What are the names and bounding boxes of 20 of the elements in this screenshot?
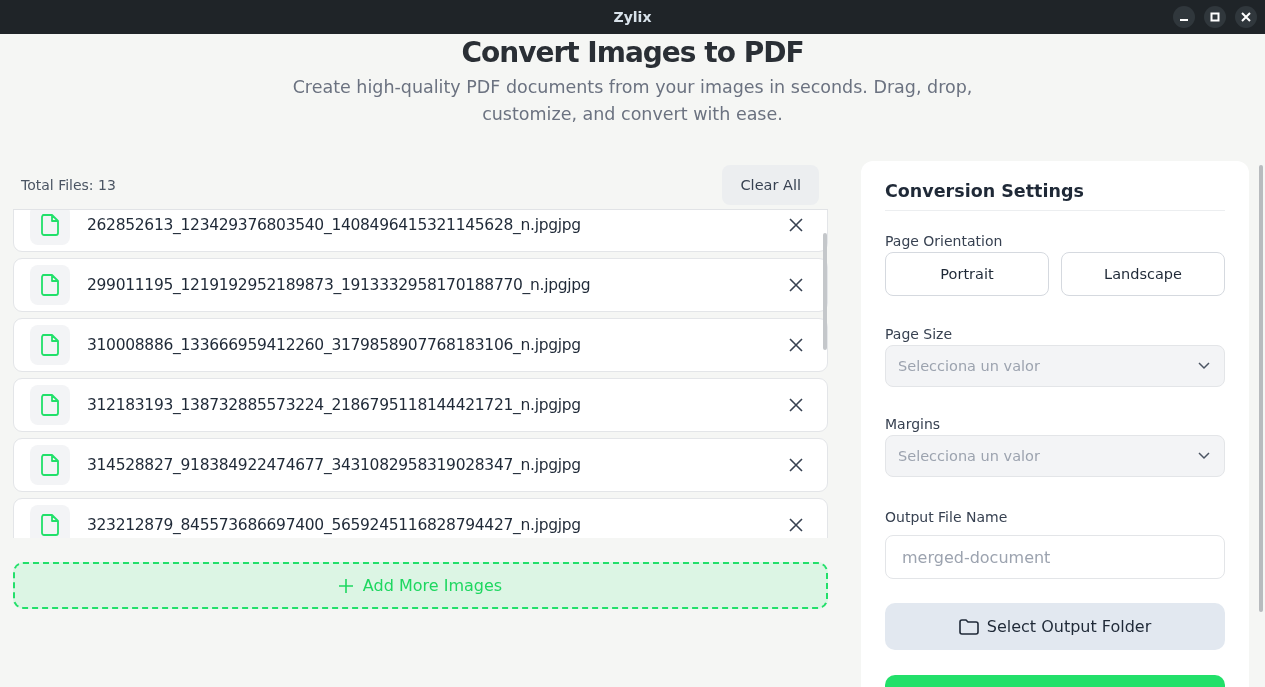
window-title: Zylix [613,9,652,25]
file-name: 314528827_918384922474677_3431082958319028347_n.jpgjpg [87,456,582,474]
total-files-count: Total Files: 13 [21,177,116,193]
file-name: 312183193_138732885573224_2186795118144421721_n.jpgjpg [87,396,582,414]
select-folder-button[interactable]: Select Output Folder [885,603,1225,650]
orientation-button[interactable]: Landscape [1061,252,1225,296]
field-label: Output File Name [885,509,1009,525]
field-label: Margins [885,416,942,432]
file-name: 310008886_133666959412260_3179858907768183106_n.jpgjpg [87,336,582,354]
file-name: 299011195_1219192952189873_1913332958170188770_n.jpgjpg [87,276,592,294]
panel-title: Conversion Settings [885,181,1225,211]
page-subtitle: Create high-quality PDF documents from your images in seconds. Drag, drop, customize, and convert with ease. [292,76,973,126]
field-label: Page Orientation [885,233,1004,249]
orientation-button[interactable]: Portrait [885,252,1049,296]
page-title: Convert Images to PDF [460,36,805,70]
field-label: Page Size [885,326,954,342]
file-name: 323212879_845573686697400_5659245116828794427_n.jpgjpg [87,516,582,534]
file-name: 262852613_123429376803540_1408496415321145628_n.jpgjpg [87,216,582,234]
clear-all-button[interactable]: Clear All [722,165,819,205]
file-name-field[interactable]: merged-document [885,535,1225,579]
